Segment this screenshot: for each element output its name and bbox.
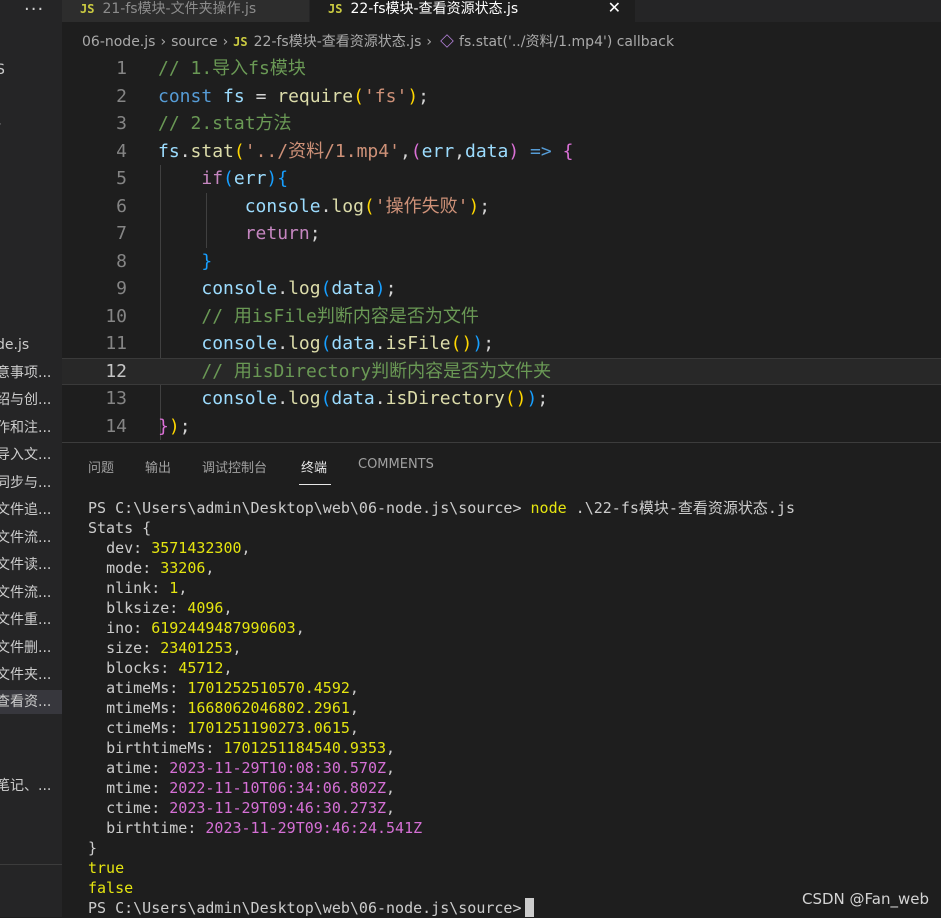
line-number: 10: [105, 305, 127, 327]
js-file-icon: JS: [328, 2, 343, 16]
symbol-method-icon: [440, 34, 454, 48]
code-line: 6 console.log('操作失败');: [62, 193, 941, 221]
stats-field: blocks: 45712,: [106, 659, 233, 677]
stats-field: atime: 2023-11-29T10:08:30.570Z,: [106, 759, 396, 777]
explorer-sidebar: ... S - de.js 意事项... 绍与创... 作和注... 导入文..…: [0, 0, 62, 917]
breadcrumb-symbol[interactable]: fs.stat('../资料/1.mp4') callback: [459, 34, 674, 50]
stats-field: ctimeMs: 1701251190273.0615,: [106, 719, 359, 737]
line-number: 7: [116, 223, 127, 244]
editor-tab-bar: JS 21-fs模块-文件夹操作.js JS 22-fs模块-查看资源状态.js ✕: [62, 0, 941, 22]
tab-output[interactable]: 输出: [145, 457, 171, 476]
line-number: 13: [105, 388, 127, 409]
bottom-panel: 问题 输出 调试控制台 终端 COMMENTS PS C:\Users\admi…: [62, 442, 941, 918]
stats-field: mode: 33206,: [106, 559, 215, 577]
line-number: 5: [116, 168, 127, 189]
tab-file-21[interactable]: JS 21-fs模块-文件夹操作.js: [62, 0, 309, 22]
tab-label: 22-fs模块-查看资源状态.js: [350, 1, 519, 17]
code-line: 3// 2.stat方法: [62, 110, 941, 138]
explorer-item[interactable]: 笔记、...: [0, 774, 62, 798]
stats-field: birthtime: 2023-11-29T09:46:24.541Z: [106, 819, 423, 837]
code-line: 8 }: [62, 248, 941, 276]
terminal-line: Stats {: [88, 519, 152, 537]
code-line: 10 // 用isFile判断内容是否为文件: [62, 303, 941, 331]
breadcrumb: 06-node.js › source › JS 22-fs模块-查看资源状态.js › fs…: [82, 32, 674, 52]
tab-debug-console[interactable]: 调试控制台: [202, 457, 267, 476]
stats-field: dev: 3571432300,: [106, 539, 251, 557]
code-line: 11 console.log(data.isFile());: [62, 330, 941, 358]
tab-file-22[interactable]: JS 22-fs模块-查看资源状态.js ✕: [310, 0, 635, 22]
stats-field: size: 23401253,: [106, 639, 242, 657]
watermark: CSDN @Fan_web: [802, 890, 930, 908]
explorer-item[interactable]: 文件重...: [0, 608, 62, 632]
explorer-item[interactable]: S: [0, 58, 62, 82]
terminal-output[interactable]: PS C:\Users\admin\Desktop\web\06-node.js…: [88, 498, 928, 918]
explorer-item[interactable]: 文件读...: [0, 553, 62, 577]
chevron-right-icon: ›: [426, 34, 433, 50]
breadcrumb-folder[interactable]: 06-node.js: [82, 34, 155, 50]
code-editor[interactable]: 1// 1.导入fs模块 2 const fs = require('fs'); …: [62, 55, 941, 442]
code-line: 14});: [62, 413, 941, 441]
code-line: 9 console.log(data);: [62, 275, 941, 303]
line-number: 2: [116, 85, 127, 107]
code-line: 4 fs.stat('../资料/1.mp4',(err,data) => {: [62, 138, 941, 166]
stats-field: ino: 6192449487990603,: [106, 619, 305, 637]
explorer-item-active[interactable]: 查看资...: [0, 690, 62, 714]
js-file-icon: JS: [80, 2, 95, 16]
tab-terminal[interactable]: 终端: [301, 457, 327, 476]
terminal-cursor: [525, 898, 535, 917]
sidebar-divider: [0, 864, 62, 865]
terminal-line: PS C:\Users\admin\Desktop\web\06-node.js…: [88, 499, 796, 517]
tab-label: 21-fs模块-文件夹操作.js: [102, 1, 257, 17]
code-line-current: 12 // 用isDirectory判断内容是否为文件夹: [62, 357, 941, 385]
stats-field: nlink: 1,: [106, 579, 188, 597]
line-number: 11: [105, 333, 127, 354]
close-icon[interactable]: ✕: [608, 0, 621, 17]
explorer-item[interactable]: 绍与创...: [0, 388, 62, 412]
code-line: 5 if(err){: [62, 165, 941, 193]
explorer-item[interactable]: 文件流...: [0, 581, 62, 605]
breadcrumb-file[interactable]: 22-fs模块-查看资源状态.js: [254, 34, 422, 50]
terminal-line: true: [88, 859, 125, 877]
line-number: 6: [116, 195, 127, 217]
chevron-right-icon: ›: [222, 34, 229, 50]
tab-comments[interactable]: COMMENTS: [358, 457, 434, 472]
line-number: 9: [116, 278, 127, 299]
line-number: 14: [105, 415, 127, 437]
line-number: 8: [116, 250, 127, 272]
stats-field: birthtimeMs: 1701251184540.9353,: [106, 739, 396, 757]
terminal-line: }: [88, 839, 98, 857]
explorer-item[interactable]: 导入文...: [0, 443, 62, 467]
explorer-item[interactable]: -: [0, 112, 62, 136]
code-line: 7 return;: [62, 220, 941, 248]
explorer-item[interactable]: 意事项...: [0, 361, 62, 385]
code-line: 2 const fs = require('fs');: [62, 83, 941, 111]
chevron-right-icon: ›: [160, 34, 167, 50]
stats-field: ctime: 2023-11-29T09:46:30.273Z,: [106, 799, 396, 817]
code-line: 1// 1.导入fs模块: [62, 55, 941, 83]
explorer-item[interactable]: 文件追...: [0, 498, 62, 522]
line-number: 1: [116, 58, 127, 79]
stats-field: atimeMs: 1701252510570.4592,: [106, 679, 359, 697]
explorer-item[interactable]: 作和注...: [0, 416, 62, 440]
more-actions-icon[interactable]: ...: [24, 0, 44, 15]
stats-field: mtimeMs: 1668062046802.2961,: [106, 699, 359, 717]
stats-field: mtime: 2022-11-10T06:34:06.802Z,: [106, 779, 396, 797]
line-number: 12: [105, 360, 127, 382]
line-number: 4: [116, 140, 127, 162]
breadcrumb-folder[interactable]: source: [171, 34, 218, 50]
explorer-item[interactable]: 文件夹...: [0, 663, 62, 687]
explorer-item[interactable]: 文件流...: [0, 526, 62, 550]
explorer-item[interactable]: 文件删...: [0, 636, 62, 660]
line-number: 3: [116, 113, 127, 134]
active-tab-indicator: [299, 484, 331, 485]
explorer-item[interactable]: de.js: [0, 333, 62, 357]
code-line: 13 console.log(data.isDirectory());: [62, 385, 941, 413]
js-file-icon: JS: [233, 35, 248, 49]
tab-problems[interactable]: 问题: [88, 457, 114, 476]
explorer-item[interactable]: 同步与...: [0, 471, 62, 495]
stats-field: blksize: 4096,: [106, 599, 233, 617]
